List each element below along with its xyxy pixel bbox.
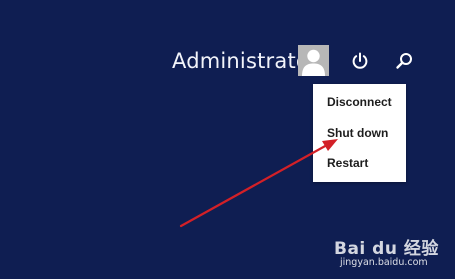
watermark-logo: Bai du 经验 xyxy=(334,239,439,259)
watermark-url: jingyan.baidu.com xyxy=(340,257,428,268)
start-screen-background: Administrator Disconnect Shut down Resta… xyxy=(0,0,455,279)
baidu-jingyan-watermark: Bai du 经验 jingyan.baidu.com xyxy=(320,232,450,276)
